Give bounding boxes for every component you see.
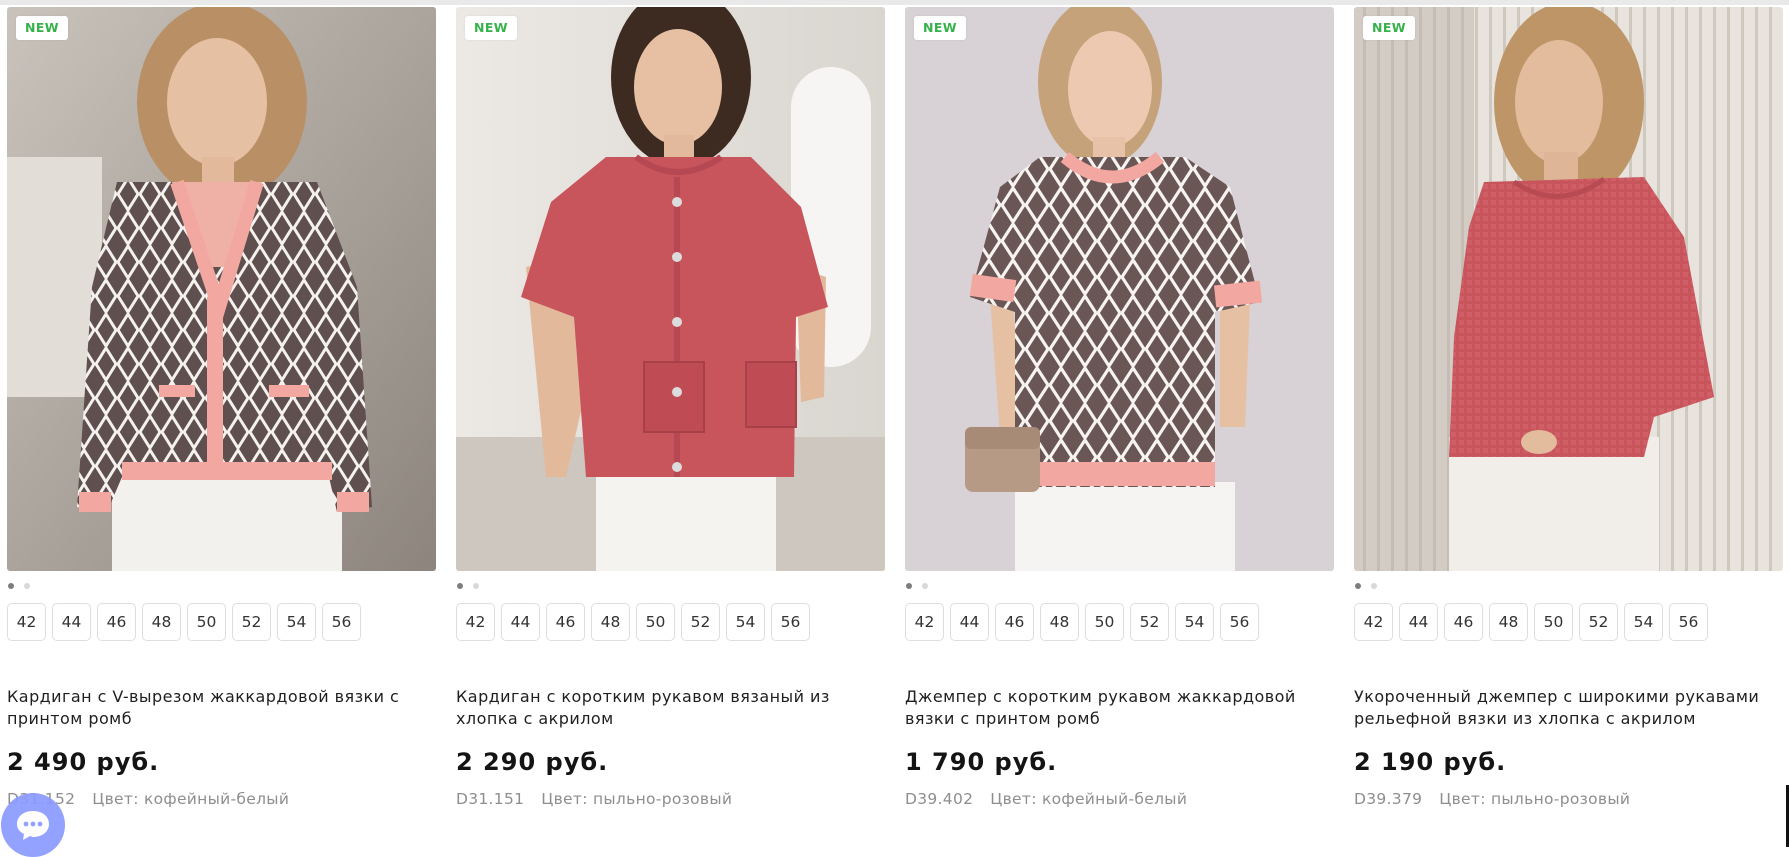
- size-option[interactable]: 50: [1534, 603, 1573, 641]
- size-option[interactable]: 46: [546, 603, 585, 641]
- product-image-jumper-pattern: [905, 7, 1334, 571]
- new-badge: NEW: [914, 16, 966, 40]
- size-selector: 42 44 46 48 50 52 54 56: [905, 603, 1334, 641]
- size-option[interactable]: 50: [1085, 603, 1124, 641]
- product-grid: NEW 42 44 46 48 50 52 54 56 Кардиган с V…: [7, 7, 1783, 808]
- size-option[interactable]: 48: [1489, 603, 1528, 641]
- product-color: Цвет: кофейный-белый: [990, 790, 1188, 808]
- size-option[interactable]: 56: [1669, 603, 1708, 641]
- size-option[interactable]: 56: [771, 603, 810, 641]
- pagination-dot-active[interactable]: [1355, 583, 1361, 589]
- size-option[interactable]: 50: [636, 603, 675, 641]
- pagination-dot[interactable]: [922, 583, 928, 589]
- size-option[interactable]: 44: [501, 603, 540, 641]
- image-pagination: [7, 583, 436, 592]
- size-option[interactable]: 42: [7, 603, 46, 641]
- chat-button[interactable]: [1, 793, 65, 857]
- product-card[interactable]: NEW 42 44 46 48 50 52 54 56 Кардиган с к…: [456, 7, 885, 808]
- size-selector: 42 44 46 48 50 52 54 56: [1354, 603, 1783, 641]
- product-meta: D39.379 Цвет: пыльно-розовый: [1354, 790, 1783, 808]
- size-selector: 42 44 46 48 50 52 54 56: [7, 603, 436, 641]
- pagination-dot-active[interactable]: [457, 583, 463, 589]
- size-option[interactable]: 42: [456, 603, 495, 641]
- product-article: D39.402: [905, 790, 974, 808]
- pagination-dot-active[interactable]: [906, 583, 912, 589]
- size-option[interactable]: 48: [1040, 603, 1079, 641]
- size-option[interactable]: 52: [232, 603, 271, 641]
- product-meta: D31.152 Цвет: кофейный-белый: [7, 790, 436, 808]
- product-article: D39.379: [1354, 790, 1423, 808]
- product-image-cardigan-pattern: [7, 7, 436, 571]
- pagination-dot[interactable]: [473, 583, 479, 589]
- top-border: [0, 0, 1789, 5]
- pagination-dot[interactable]: [24, 583, 30, 589]
- pagination-dot[interactable]: [1371, 583, 1377, 589]
- product-title[interactable]: Кардиган с V-вырезом жаккардовой вязки с…: [7, 686, 436, 734]
- new-badge: NEW: [1363, 16, 1415, 40]
- product-card[interactable]: NEW 42 44 46 48 50 52 54 56 Укороченный …: [1354, 7, 1783, 808]
- size-option[interactable]: 44: [950, 603, 989, 641]
- product-color: Цвет: пыльно-розовый: [541, 790, 733, 808]
- product-photo[interactable]: NEW: [456, 7, 885, 571]
- size-option[interactable]: 54: [1175, 603, 1214, 641]
- new-badge: NEW: [465, 16, 517, 40]
- product-price: 1 790 руб.: [905, 748, 1058, 776]
- size-option[interactable]: 54: [726, 603, 765, 641]
- product-price: 2 190 руб.: [1354, 748, 1507, 776]
- pagination-dot-active[interactable]: [8, 583, 14, 589]
- size-option[interactable]: 54: [277, 603, 316, 641]
- product-photo[interactable]: NEW: [7, 7, 436, 571]
- size-selector: 42 44 46 48 50 52 54 56: [456, 603, 885, 641]
- product-card[interactable]: NEW 42 44 46 48 50 52 54 56 Кардиган с V…: [7, 7, 436, 808]
- size-option[interactable]: 54: [1624, 603, 1663, 641]
- product-price: 2 290 руб.: [456, 748, 609, 776]
- size-option[interactable]: 42: [905, 603, 944, 641]
- size-option[interactable]: 46: [97, 603, 136, 641]
- product-title[interactable]: Укороченный джемпер с широкими рукавами …: [1354, 686, 1783, 734]
- size-option[interactable]: 46: [995, 603, 1034, 641]
- size-option[interactable]: 44: [52, 603, 91, 641]
- product-title[interactable]: Джемпер с коротким рукавом жаккардовой в…: [905, 686, 1334, 734]
- product-title[interactable]: Кардиган с коротким рукавом вязаный из х…: [456, 686, 885, 734]
- image-pagination: [1354, 583, 1783, 592]
- product-color: Цвет: кофейный-белый: [92, 790, 290, 808]
- size-option[interactable]: 48: [142, 603, 181, 641]
- product-meta: D31.151 Цвет: пыльно-розовый: [456, 790, 885, 808]
- product-image-cardigan-rose: [456, 7, 885, 571]
- product-card[interactable]: NEW 42 44 46 48 50 52 54 56 Джемпер с ко…: [905, 7, 1334, 808]
- size-option[interactable]: 46: [1444, 603, 1483, 641]
- product-photo[interactable]: NEW: [905, 7, 1334, 571]
- size-option[interactable]: 50: [187, 603, 226, 641]
- size-option[interactable]: 56: [322, 603, 361, 641]
- image-pagination: [905, 583, 1334, 592]
- product-image-jumper-rose: [1354, 7, 1783, 571]
- chat-bubble-icon: [17, 811, 49, 840]
- new-badge: NEW: [16, 16, 68, 40]
- size-option[interactable]: 56: [1220, 603, 1259, 641]
- product-meta: D39.402 Цвет: кофейный-белый: [905, 790, 1334, 808]
- size-option[interactable]: 42: [1354, 603, 1393, 641]
- size-option[interactable]: 52: [1579, 603, 1618, 641]
- size-option[interactable]: 44: [1399, 603, 1438, 641]
- size-option[interactable]: 48: [591, 603, 630, 641]
- product-color: Цвет: пыльно-розовый: [1439, 790, 1631, 808]
- product-photo[interactable]: NEW: [1354, 7, 1783, 571]
- product-article: D31.151: [456, 790, 525, 808]
- image-pagination: [456, 583, 885, 592]
- product-price: 2 490 руб.: [7, 748, 160, 776]
- size-option[interactable]: 52: [1130, 603, 1169, 641]
- size-option[interactable]: 52: [681, 603, 720, 641]
